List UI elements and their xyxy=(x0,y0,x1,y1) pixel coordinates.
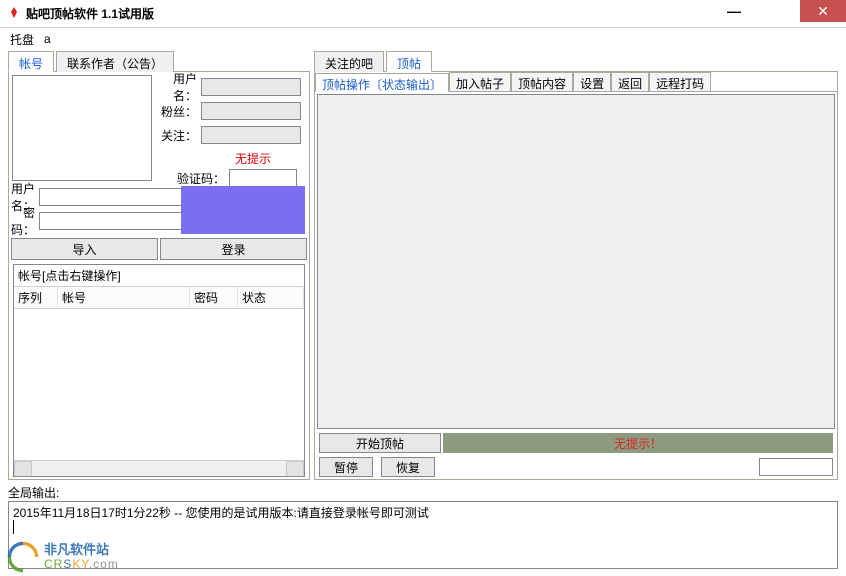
account-list-columns: 序列 帐号 密码 状态 xyxy=(14,286,304,309)
watermark-cn: 非凡软件站 xyxy=(44,543,119,557)
tray-label[interactable]: 托盘 xyxy=(10,31,34,48)
horizontal-scrollbar[interactable] xyxy=(14,460,304,476)
tab-contact-author[interactable]: 联系作者（公告） xyxy=(56,51,174,72)
login-button[interactable]: 登录 xyxy=(160,238,307,260)
watermark-icon xyxy=(6,540,40,574)
app-icon xyxy=(6,6,22,22)
account-list-body[interactable] xyxy=(14,309,304,460)
import-button[interactable]: 导入 xyxy=(11,238,158,260)
tab-bump[interactable]: 顶帖 xyxy=(386,51,432,72)
status-output-area xyxy=(317,94,835,429)
subtab-bump-ops[interactable]: 顶帖操作〔状态输出〕 xyxy=(315,73,449,92)
subtab-bump-content[interactable]: 顶帖内容 xyxy=(511,72,573,91)
toolbar: 托盘 a xyxy=(0,28,846,50)
watermark: 非凡软件站 CRSKY.com xyxy=(6,540,119,574)
status-bar: 无提示！ xyxy=(443,433,833,453)
global-output-box[interactable]: 2015年11月18日17时1分22秒 -- 您使用的是试用版本:请直接登录帐号… xyxy=(8,501,838,569)
display-username xyxy=(201,78,301,96)
title-bar: 贴吧顶帖软件 1.1试用版 — ✕ xyxy=(0,0,846,28)
login-password-input[interactable] xyxy=(39,212,196,230)
start-bump-button[interactable]: 开始顶帖 xyxy=(319,433,441,453)
pause-button[interactable]: 暂停 xyxy=(319,457,373,477)
tab-account[interactable]: 帐号 xyxy=(8,51,54,72)
login-username-input[interactable] xyxy=(39,188,196,206)
account-list-header: 帐号[点击右键操作] xyxy=(14,265,304,286)
window-title: 贴吧顶帖软件 1.1试用版 xyxy=(26,5,712,22)
toolbar-a[interactable]: a xyxy=(44,32,51,46)
no-tip-text: 无提示 xyxy=(199,150,307,167)
subtab-add-post[interactable]: 加入帖子 xyxy=(449,72,511,91)
col-account[interactable]: 帐号 xyxy=(58,287,190,308)
subtab-remote-captcha[interactable]: 远程打码 xyxy=(649,72,711,91)
label-follow: 关注： xyxy=(157,127,201,144)
subtab-settings[interactable]: 设置 xyxy=(573,72,611,91)
close-button[interactable]: ✕ xyxy=(800,0,846,22)
avatar-box xyxy=(12,75,152,181)
right-subtabstrip: 顶帖操作〔状态输出〕 加入帖子 顶帖内容 设置 返回 远程打码 xyxy=(315,72,837,92)
login-label-pass: 密码： xyxy=(11,204,39,238)
global-output-line: 2015年11月18日17时1分22秒 -- 您使用的是试用版本:请直接登录帐号… xyxy=(13,504,833,521)
right-tabstrip: 关注的吧 顶帖 xyxy=(314,50,838,72)
subtab-back[interactable]: 返回 xyxy=(611,72,649,91)
left-tabstrip: 帐号 联系作者（公告） xyxy=(8,50,310,72)
col-seq[interactable]: 序列 xyxy=(14,287,58,308)
label-fans: 粉丝： xyxy=(157,103,201,120)
maximize-button[interactable] xyxy=(756,0,800,22)
col-status[interactable]: 状态 xyxy=(238,287,304,308)
minimize-button[interactable]: — xyxy=(712,0,756,22)
col-password[interactable]: 密码 xyxy=(190,287,238,308)
display-fans xyxy=(201,102,301,120)
resume-button[interactable]: 恢复 xyxy=(381,457,435,477)
small-input[interactable] xyxy=(759,458,833,476)
account-list: 帐号[点击右键操作] 序列 帐号 密码 状态 xyxy=(13,264,305,477)
captcha-image-box[interactable] xyxy=(181,186,305,234)
display-follow xyxy=(201,126,301,144)
label-username: 用户名： xyxy=(157,70,201,104)
global-output-label: 全局输出: xyxy=(8,484,838,501)
watermark-en: CRSKY.com xyxy=(44,558,119,571)
tab-followed-bars[interactable]: 关注的吧 xyxy=(314,51,384,72)
